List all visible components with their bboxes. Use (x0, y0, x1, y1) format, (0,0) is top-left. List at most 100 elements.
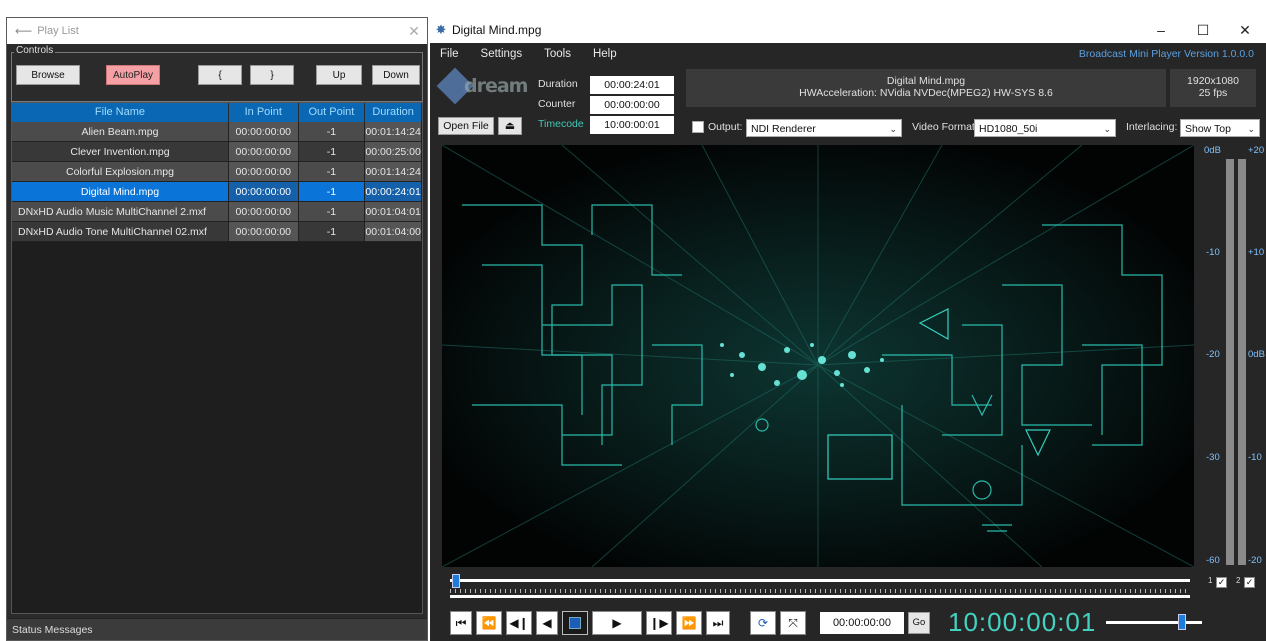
table-row-selected[interactable]: Digital Mind.mpg 00:00:00:00 -1 00:00:24… (12, 182, 422, 202)
playlist-table: File Name In Point Out Point Duration Al… (11, 102, 423, 614)
set-in-point-button[interactable]: { (198, 65, 242, 85)
menu-help[interactable]: Help (587, 48, 617, 60)
frame-back-button[interactable]: ◀ (536, 611, 558, 635)
cell-file-name: DNxHD Audio Tone MultiChannel 02.mxf (12, 222, 229, 242)
menu-tools[interactable]: Tools (538, 48, 571, 60)
column-header-out-point[interactable]: Out Point (299, 103, 366, 122)
table-row[interactable]: Alien Beam.mpg 00:00:00:00 -1 00:01:14:2… (12, 122, 422, 142)
cell-out-point: -1 (298, 222, 366, 242)
move-down-button[interactable]: Down (372, 65, 420, 85)
skip-to-end-button[interactable]: ⏭ (706, 611, 730, 635)
media-info-filename: Digital Mind.mpg (886, 75, 966, 87)
eject-button[interactable]: ⏏ (498, 117, 522, 135)
move-up-button[interactable]: Up (316, 65, 362, 85)
go-button[interactable]: Go (908, 612, 930, 634)
cell-in-point: 00:00:00:00 (228, 202, 299, 222)
close-icon[interactable]: ✕ (1224, 22, 1266, 39)
play-button[interactable]: ▶ (592, 611, 642, 635)
minimize-icon[interactable]: – (1140, 22, 1182, 38)
controls-group: Controls Browse AutoPlay { } Up Down (11, 45, 423, 102)
vu-meter-left-bar (1226, 159, 1234, 565)
loop-button[interactable]: ⟳ (750, 611, 776, 635)
skip-end-icon: ⏭ (712, 616, 724, 630)
playlist-rows: Alien Beam.mpg 00:00:00:00 -1 00:01:14:2… (12, 122, 422, 242)
vu-right-label: +10 (1248, 247, 1265, 258)
media-info-hwaccel: HWAcceleration: NVidia NVDec(MPEG2) HW-S… (799, 87, 1053, 99)
chevron-down-icon: ⌄ (1103, 124, 1111, 134)
vu-left-label: -60 (1206, 555, 1220, 566)
cell-duration: 00:01:04:01 (365, 202, 422, 222)
current-timecode-display: 10:00:00:01 (948, 607, 1097, 637)
skip-start-icon: ⏮ (455, 616, 467, 630)
open-file-button[interactable]: Open File (438, 117, 494, 135)
timeline-scrubber[interactable] (450, 574, 1192, 601)
menu-file[interactable]: File (434, 48, 459, 60)
browse-button[interactable]: Browse (16, 65, 80, 85)
counter-label: Counter (538, 98, 576, 110)
version-label: Broadcast Mini Player Version 1.0.0.0 (1078, 48, 1254, 60)
column-header-in-point[interactable]: In Point (229, 103, 299, 122)
cell-duration: 00:00:24:01 (365, 182, 422, 202)
pin-icon[interactable]: ⟵ (15, 24, 32, 38)
vu-meter-right-bar (1238, 159, 1246, 565)
cell-duration: 00:01:14:24 (365, 162, 422, 182)
output-select-value: NDI Renderer (751, 123, 816, 135)
channel-2-number: 2 (1236, 576, 1241, 585)
app-icon: ✸ (435, 22, 447, 37)
status-messages-bar: Status Messages (7, 618, 427, 640)
stop-icon (569, 617, 581, 629)
cell-file-name: Alien Beam.mpg (12, 122, 229, 142)
timeline-range-bar[interactable] (450, 595, 1190, 598)
interlacing-value: Show Top (1185, 123, 1231, 135)
step-back-button[interactable]: ◀❙ (506, 611, 532, 635)
video-format-label: Video Format: (912, 121, 978, 133)
vu-left-label: -20 (1206, 349, 1220, 360)
vu-right-label: 0dB (1248, 349, 1265, 360)
play-icon: ▶ (612, 616, 622, 630)
stop-button[interactable] (562, 611, 588, 635)
frame-back-icon: ◀ (542, 616, 552, 630)
cell-out-point: -1 (298, 142, 366, 162)
step-back-icon: ◀❙ (509, 616, 529, 630)
timeline-track[interactable] (450, 579, 1190, 582)
video-format-select[interactable]: HD1080_50i ⌄ (974, 119, 1116, 137)
video-preview[interactable] (442, 145, 1194, 567)
cell-file-name: Clever Invention.mpg (12, 142, 229, 162)
column-header-duration[interactable]: Duration (365, 103, 422, 122)
channel-1-checkbox[interactable]: ✓ (1216, 577, 1227, 588)
controls-legend: Controls (14, 45, 56, 56)
playlist-window: ⟵ Play List ✕ Controls Browse AutoPlay {… (6, 17, 428, 641)
close-icon[interactable]: ✕ (401, 23, 427, 40)
output-checkbox[interactable] (692, 121, 704, 133)
volume-slider-track[interactable] (1106, 621, 1202, 624)
maximize-icon[interactable]: ☐ (1182, 22, 1224, 39)
goto-timecode-input[interactable]: 00:00:00:00 (820, 612, 904, 634)
timeline-knob[interactable] (452, 574, 460, 588)
menu-settings[interactable]: Settings (475, 48, 523, 60)
channel-2-checkbox[interactable]: ✓ (1244, 577, 1255, 588)
autoplay-button[interactable]: AutoPlay (106, 65, 160, 85)
set-out-point-button[interactable]: } (250, 65, 294, 85)
chevron-down-icon: ⌄ (889, 124, 897, 134)
fullscreen-button[interactable]: ⤧ (780, 611, 806, 635)
step-forward-button[interactable]: ❙▶ (646, 611, 672, 635)
xdream-logo: dream (436, 67, 528, 109)
column-header-file-name[interactable]: File Name (12, 103, 229, 122)
resolution-panel: 1920x1080 25 fps (1170, 69, 1256, 107)
output-select[interactable]: NDI Renderer ⌄ (746, 119, 902, 137)
vu-left-label: 0dB (1204, 145, 1221, 156)
vu-right-label: -20 (1248, 555, 1262, 566)
table-row[interactable]: Clever Invention.mpg 00:00:00:00 -1 00:0… (12, 142, 422, 162)
skip-to-start-button[interactable]: ⏮ (450, 611, 472, 635)
table-row[interactable]: DNxHD Audio Tone MultiChannel 02.mxf 00:… (12, 222, 422, 242)
cell-out-point: -1 (298, 202, 366, 222)
interlacing-select[interactable]: Show Top ⌄ (1180, 119, 1260, 137)
fps-value: 25 fps (1198, 87, 1228, 99)
cell-duration: 00:01:04:00 (365, 222, 422, 242)
volume-slider-knob[interactable] (1178, 614, 1186, 630)
rewind-button[interactable]: ⏪ (476, 611, 502, 635)
cell-in-point: 00:00:00:00 (228, 162, 299, 182)
table-row[interactable]: DNxHD Audio Music MultiChannel 2.mxf 00:… (12, 202, 422, 222)
table-row[interactable]: Colorful Explosion.mpg 00:00:00:00 -1 00… (12, 162, 422, 182)
fast-forward-button[interactable]: ⏩ (676, 611, 702, 635)
